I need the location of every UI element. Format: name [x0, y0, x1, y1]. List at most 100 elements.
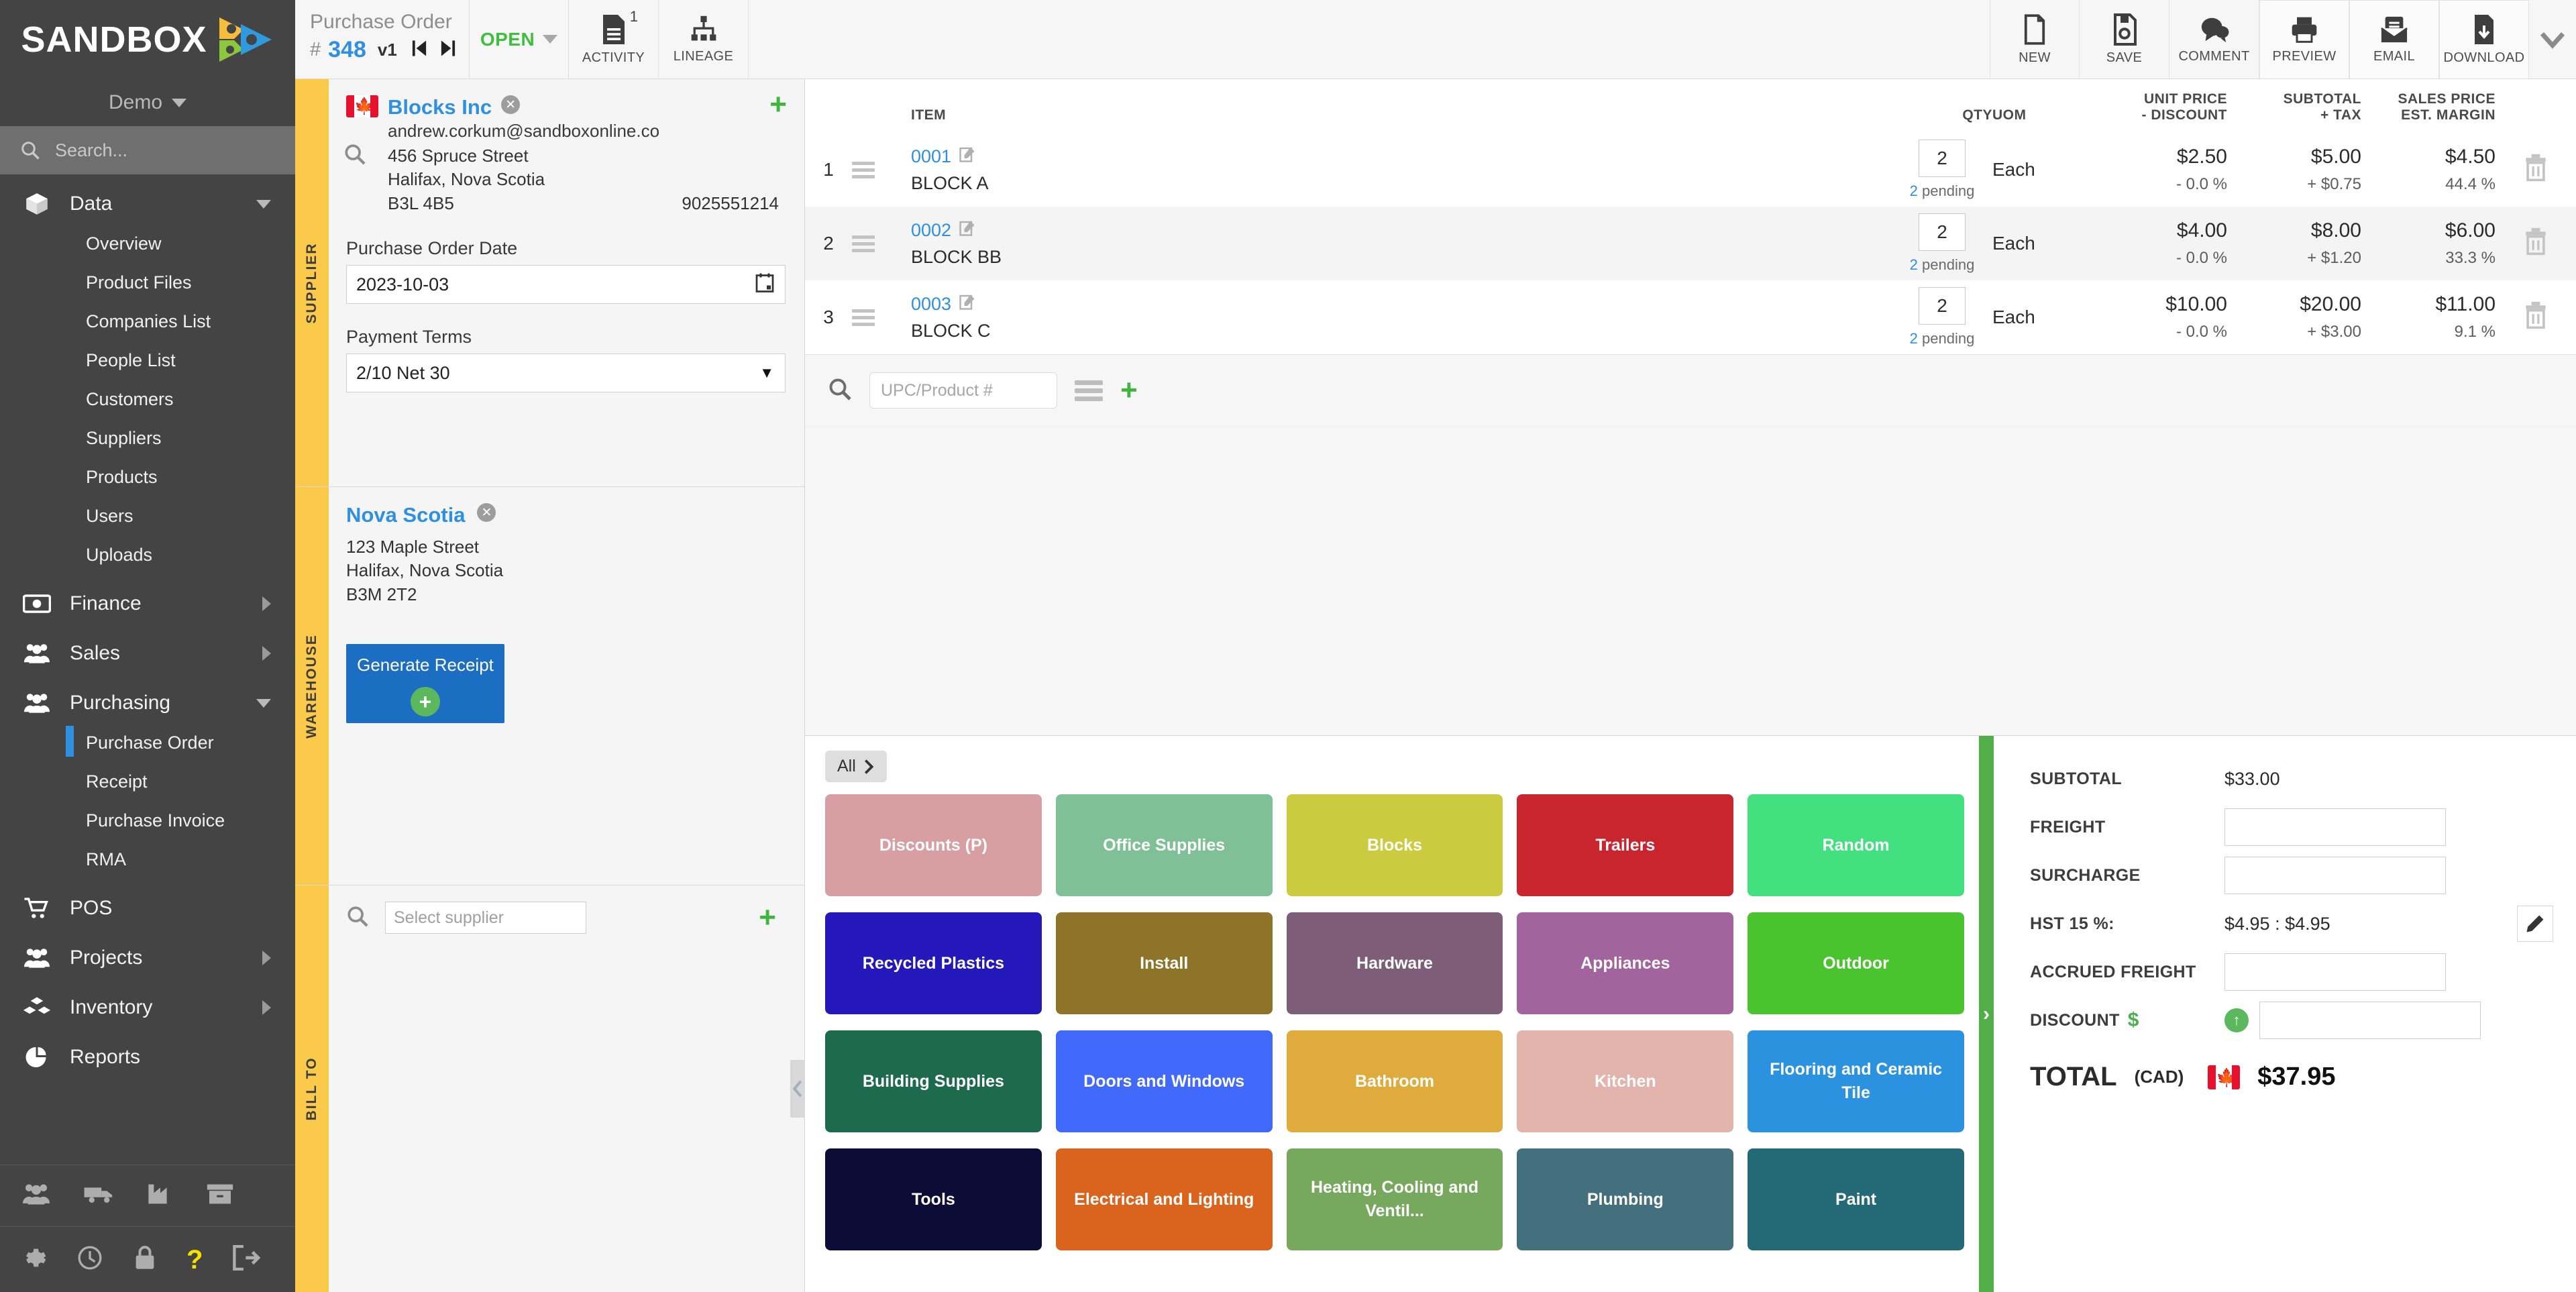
sidebar-group-reports[interactable]: Reports: [0, 1037, 295, 1077]
qty-input[interactable]: 2: [1919, 140, 1966, 177]
lineage-button[interactable]: LINEAGE: [659, 0, 749, 78]
edit-item-icon[interactable]: [959, 293, 975, 315]
qty-input[interactable]: 2: [1919, 213, 1966, 251]
supplier-name[interactable]: Blocks Inc: [388, 95, 492, 119]
org-switcher[interactable]: Demo: [0, 79, 295, 126]
sidebar-search[interactable]: Search...: [0, 126, 295, 174]
clear-supplier-button[interactable]: ✕: [501, 95, 521, 114]
search-billto-icon[interactable]: [346, 905, 369, 931]
table-row[interactable]: 2 0002 BLOCK BB 2 2 pending Each $4.00 -…: [805, 207, 2576, 280]
next-version-button[interactable]: [440, 40, 456, 60]
warehouse-tab[interactable]: WAREHOUSE: [295, 487, 329, 885]
factory-icon[interactable]: [146, 1183, 174, 1208]
po-date-field[interactable]: 2023-10-03: [346, 265, 786, 305]
logout-icon[interactable]: [232, 1244, 262, 1274]
qty-input[interactable]: 2: [1919, 287, 1966, 325]
sidebar-item-rma[interactable]: RMA: [86, 840, 295, 879]
category-tile[interactable]: Building Supplies: [825, 1030, 1042, 1132]
edit-item-icon[interactable]: [959, 219, 975, 241]
sidebar-item-products[interactable]: Products: [86, 457, 295, 496]
add-receipt-icon[interactable]: +: [411, 687, 440, 717]
prev-version-button[interactable]: [411, 40, 427, 60]
activity-button[interactable]: 1 ACTIVITY: [569, 0, 659, 78]
table-row[interactable]: 3 0003 BLOCK C 2 2 pending Each $10.00 -…: [805, 280, 2576, 354]
supplier-tab[interactable]: SUPPLIER: [295, 79, 329, 486]
delete-row-button[interactable]: [2496, 280, 2576, 354]
sidebar-group-pos[interactable]: POS: [0, 888, 295, 928]
sidebar-item-overview[interactable]: Overview: [86, 224, 295, 263]
row-drag-handle[interactable]: [852, 280, 896, 354]
category-tile[interactable]: Appliances: [1517, 912, 1734, 1014]
comment-button[interactable]: COMMENT: [2169, 0, 2259, 78]
question-icon[interactable]: ?: [186, 1246, 203, 1273]
save-button[interactable]: SAVE: [2080, 0, 2169, 78]
lock-icon[interactable]: [133, 1244, 157, 1275]
sidebar-item-purchase-order[interactable]: Purchase Order: [66, 723, 295, 762]
accrued-freight-input[interactable]: [2224, 953, 2446, 991]
surcharge-input[interactable]: [2224, 857, 2446, 894]
new-button[interactable]: NEW: [1990, 0, 2080, 78]
table-row[interactable]: 1 0001 BLOCK A 2 2 pending Each $2.50 - …: [805, 133, 2576, 207]
delete-row-button[interactable]: [2496, 207, 2576, 280]
apply-discount-icon[interactable]: ↑: [2224, 1008, 2249, 1032]
collapse-left-panel-handle[interactable]: [790, 1060, 805, 1118]
category-tile[interactable]: Tools: [825, 1148, 1042, 1250]
warehouse-name[interactable]: Nova Scotia: [346, 503, 465, 527]
category-tile[interactable]: Doors and Windows: [1055, 1030, 1273, 1132]
edit-tax-button[interactable]: [2517, 906, 2553, 942]
category-tile[interactable]: Random: [1748, 794, 1964, 896]
category-tile[interactable]: Office Supplies: [1055, 794, 1273, 896]
sidebar-item-purchase-invoice[interactable]: Purchase Invoice: [86, 801, 295, 840]
category-tile[interactable]: Blocks: [1286, 794, 1503, 896]
category-tile[interactable]: Discounts (P): [825, 794, 1042, 896]
sidebar-group-sales[interactable]: Sales: [0, 633, 295, 674]
preview-button[interactable]: PREVIEW: [2259, 0, 2349, 78]
category-tile[interactable]: Heating, Cooling and Ventil...: [1286, 1148, 1503, 1250]
category-tile[interactable]: Bathroom: [1286, 1030, 1503, 1132]
sidebar-item-receipt[interactable]: Receipt: [86, 762, 295, 801]
select-supplier-input[interactable]: Select supplier: [385, 902, 586, 934]
category-tile[interactable]: Kitchen: [1517, 1030, 1734, 1132]
category-tile[interactable]: Outdoor: [1748, 912, 1964, 1014]
search-icon[interactable]: [828, 377, 852, 405]
category-tile[interactable]: Recycled Plastics: [825, 912, 1042, 1014]
doc-number[interactable]: 348: [328, 37, 366, 63]
sidebar-group-purchasing[interactable]: Purchasing: [0, 683, 295, 723]
category-tile[interactable]: Hardware: [1286, 912, 1503, 1014]
archive-box-icon[interactable]: [205, 1183, 235, 1208]
item-code-link[interactable]: 0001: [911, 146, 951, 167]
item-code-link[interactable]: 0003: [911, 294, 951, 315]
freight-input[interactable]: [2224, 808, 2446, 846]
discount-currency-toggle[interactable]: $: [2128, 1009, 2139, 1032]
app-logo[interactable]: SANDBOX: [0, 0, 295, 79]
discount-input[interactable]: [2259, 1002, 2481, 1039]
category-all-chip[interactable]: All: [825, 751, 887, 782]
sidebar-group-inventory[interactable]: Inventory: [0, 987, 295, 1028]
add-line-item-button[interactable]: +: [1120, 375, 1138, 405]
sidebar-item-users[interactable]: Users: [86, 496, 295, 535]
sidebar-group-projects[interactable]: Projects: [0, 938, 295, 978]
add-supplier-button[interactable]: +: [769, 89, 787, 119]
search-supplier-icon[interactable]: [343, 143, 366, 169]
sidebar-item-uploads[interactable]: Uploads: [86, 535, 295, 574]
toolbar-expand-button[interactable]: [2529, 0, 2576, 78]
category-tile[interactable]: Electrical and Lighting: [1055, 1148, 1273, 1250]
clock-icon[interactable]: [76, 1244, 103, 1275]
billto-tab[interactable]: BILL TO: [295, 885, 329, 1292]
delete-row-button[interactable]: [2496, 133, 2576, 207]
payment-terms-select[interactable]: 2/10 Net 30 ▼: [346, 354, 786, 393]
expand-totals-handle[interactable]: ›: [1979, 736, 1994, 1292]
category-tile[interactable]: Install: [1055, 912, 1273, 1014]
calendar-icon[interactable]: [755, 272, 774, 297]
sidebar-item-companies-list[interactable]: Companies List: [86, 302, 295, 341]
sidebar-item-customers[interactable]: Customers: [86, 380, 295, 419]
download-button[interactable]: DOWNLOAD: [2439, 0, 2529, 78]
category-tile[interactable]: Trailers: [1517, 794, 1734, 896]
email-button[interactable]: EMAIL: [2349, 0, 2439, 78]
status-badge[interactable]: OPEN: [470, 0, 569, 78]
list-view-icon[interactable]: [1075, 377, 1103, 405]
edit-item-icon[interactable]: [959, 146, 975, 167]
sidebar-group-data[interactable]: Data: [0, 184, 295, 224]
sidebar-item-people-list[interactable]: People List: [86, 341, 295, 380]
sidebar-group-finance[interactable]: Finance: [0, 584, 295, 624]
